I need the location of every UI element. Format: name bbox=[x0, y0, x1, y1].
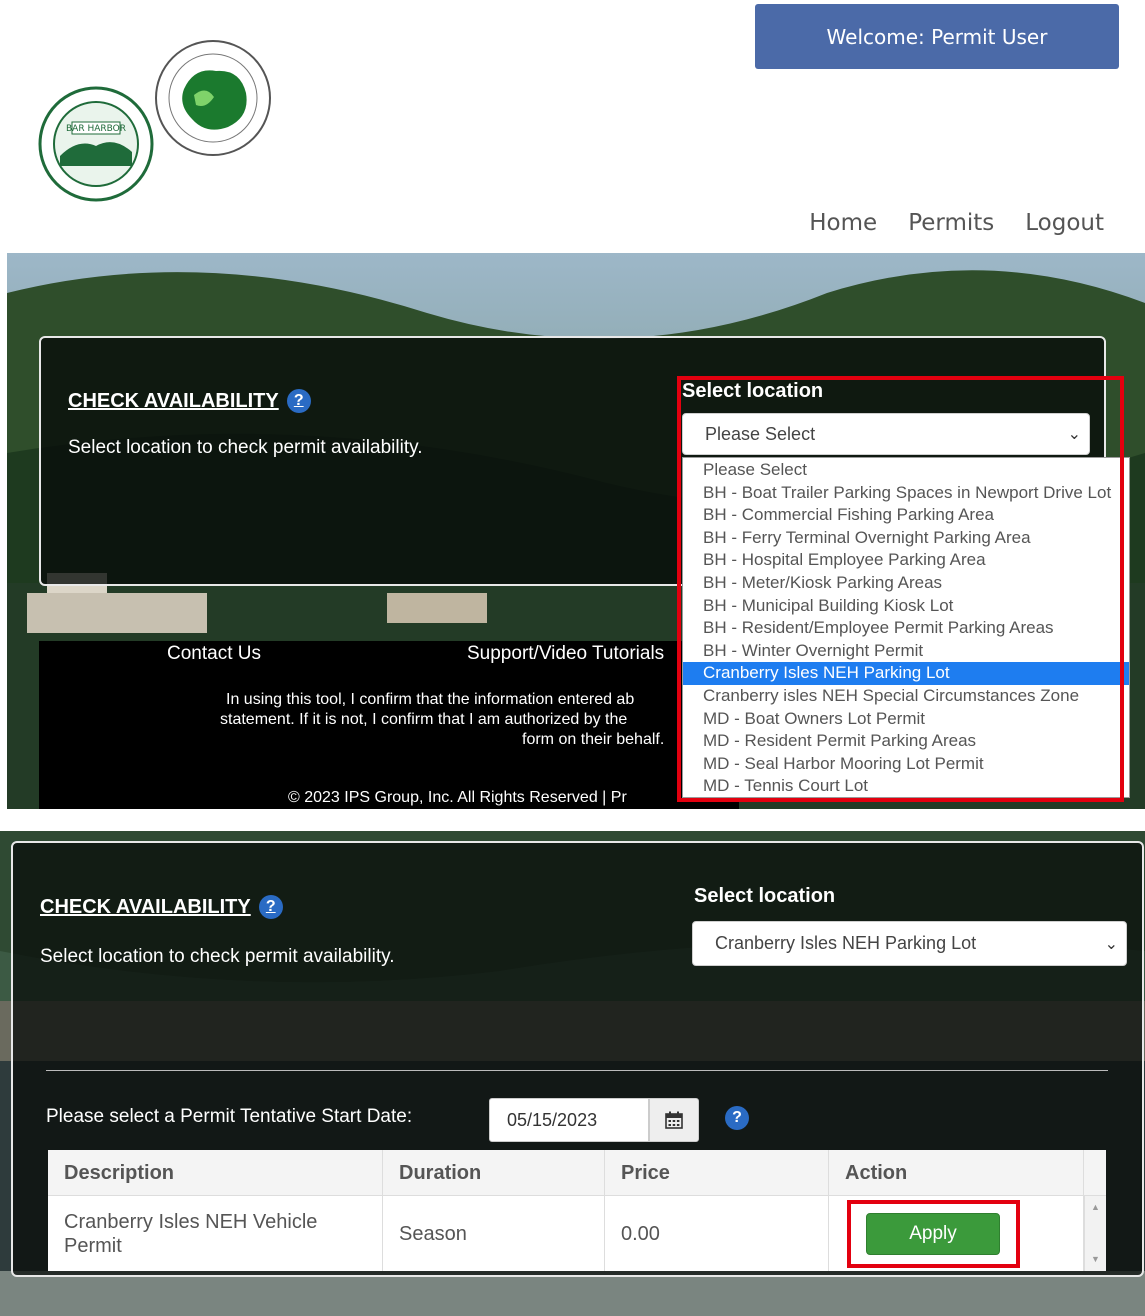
calendar-button[interactable] bbox=[649, 1098, 699, 1142]
column-header: Action bbox=[829, 1150, 1084, 1196]
select-location-label: Select location bbox=[682, 380, 824, 402]
help-icon[interactable]: ? bbox=[286, 389, 311, 413]
disclaimer-line-3: form on their behalf. bbox=[522, 731, 665, 748]
dropdown-option[interactable]: MD - Resident Permit Parking Areas bbox=[683, 730, 1129, 753]
main-nav: Home Permits Logout bbox=[809, 210, 1104, 236]
check-availability-heading: CHECK AVAILABILITY bbox=[68, 389, 279, 412]
calendar-icon bbox=[665, 1111, 683, 1129]
support-tutorials-link[interactable]: Support/Video Tutorials bbox=[467, 643, 664, 665]
help-icon[interactable]: ? bbox=[725, 1106, 749, 1130]
dropdown-option[interactable]: MD - Seal Harbor Mooring Lot Permit bbox=[683, 753, 1129, 776]
column-header: Price bbox=[605, 1150, 829, 1196]
chevron-down-icon: ⌄ bbox=[1104, 935, 1118, 953]
start-date-label: Please select a Permit Tentative Start D… bbox=[46, 1106, 413, 1127]
nav-logout[interactable]: Logout bbox=[1025, 210, 1104, 236]
disclaimer-line-2: statement. If it is not, I confirm that … bbox=[220, 711, 628, 728]
location-select-value-2: Cranberry Isles NEH Parking Lot bbox=[715, 933, 977, 953]
apply-button[interactable]: Apply bbox=[866, 1213, 1000, 1255]
chevron-down-icon: ⌄ bbox=[1067, 426, 1081, 443]
mount-desert-seal bbox=[154, 39, 272, 157]
location-select[interactable]: Please Select ⌄ bbox=[682, 413, 1090, 455]
column-header: Description bbox=[48, 1150, 383, 1196]
start-date-input[interactable]: 05/15/2023 bbox=[489, 1098, 649, 1142]
section-divider bbox=[46, 1070, 1108, 1071]
dropdown-option[interactable]: MD - Tennis Court Lot bbox=[683, 775, 1129, 798]
cell-price: 0.00 bbox=[605, 1196, 829, 1271]
check-availability-heading-2: CHECK AVAILABILITY bbox=[40, 895, 251, 918]
dropdown-option[interactable]: BH - Commercial Fishing Parking Area bbox=[683, 504, 1129, 527]
dropdown-option[interactable]: Cranberry isles NEH Special Circumstance… bbox=[683, 685, 1129, 708]
disclaimer-line-1: In using this tool, I confirm that the i… bbox=[226, 691, 635, 708]
location-select-value: Please Select bbox=[705, 423, 816, 444]
description-line-2: Permit bbox=[64, 1234, 122, 1257]
dropdown-option[interactable]: BH - Boat Trailer Parking Spaces in Newp… bbox=[683, 482, 1129, 505]
check-availability-title-2: CHECK AVAILABILITY ? bbox=[40, 895, 283, 919]
table-scrollbar[interactable]: ▲ ▼ bbox=[1084, 1196, 1106, 1271]
check-availability-subtitle-2: Select location to check permit availabi… bbox=[40, 946, 395, 967]
cell-description: Cranberry Isles NEH Vehicle Permit bbox=[48, 1196, 383, 1271]
dropdown-option[interactable]: BH - Municipal Building Kiosk Lot bbox=[683, 595, 1129, 618]
help-icon[interactable]: ? bbox=[258, 895, 283, 919]
nav-permits[interactable]: Permits bbox=[908, 210, 994, 236]
dropdown-option[interactable]: MD - Boat Owners Lot Permit bbox=[683, 708, 1129, 731]
dropdown-option[interactable]: BH - Ferry Terminal Overnight Parking Ar… bbox=[683, 527, 1129, 550]
check-availability-subtitle: Select location to check permit availabi… bbox=[68, 437, 423, 458]
welcome-banner: Welcome: Permit User bbox=[755, 4, 1119, 69]
dropdown-option[interactable]: Please Select bbox=[683, 459, 1129, 482]
svg-text:BAR HARBOR: BAR HARBOR bbox=[66, 124, 126, 134]
dropdown-option[interactable]: BH - Resident/Employee Permit Parking Ar… bbox=[683, 617, 1129, 640]
column-header: Duration bbox=[383, 1150, 605, 1196]
nav-home[interactable]: Home bbox=[809, 210, 877, 236]
dropdown-option[interactable]: BH - Hospital Employee Parking Area bbox=[683, 549, 1129, 572]
bar-harbor-seal: BAR HARBOR bbox=[38, 86, 154, 202]
check-availability-title: CHECK AVAILABILITY ? bbox=[68, 389, 311, 413]
dropdown-option-highlighted[interactable]: Cranberry Isles NEH Parking Lot bbox=[683, 662, 1129, 685]
scroll-up-icon[interactable]: ▲ bbox=[1091, 1202, 1100, 1212]
select-location-label-2: Select location bbox=[694, 885, 836, 907]
contact-us-link[interactable]: Contact Us bbox=[167, 643, 261, 665]
location-select-2[interactable]: Cranberry Isles NEH Parking Lot ⌄ bbox=[692, 921, 1127, 966]
scroll-down-icon[interactable]: ▼ bbox=[1091, 1254, 1100, 1264]
dropdown-option[interactable]: BH - Meter/Kiosk Parking Areas bbox=[683, 572, 1129, 595]
cell-duration: Season bbox=[383, 1196, 605, 1271]
location-dropdown-list: Please Select BH - Boat Trailer Parking … bbox=[682, 457, 1130, 798]
dropdown-option[interactable]: BH - Winter Overnight Permit bbox=[683, 640, 1129, 663]
description-line-1: Cranberry Isles NEH Vehicle bbox=[64, 1210, 318, 1233]
disclaimer-text: In using this tool, I confirm that the i… bbox=[200, 690, 700, 750]
copyright-text: © 2023 IPS Group, Inc. All Rights Reserv… bbox=[288, 789, 627, 806]
table-header: Description Duration Price Action bbox=[48, 1150, 1106, 1196]
